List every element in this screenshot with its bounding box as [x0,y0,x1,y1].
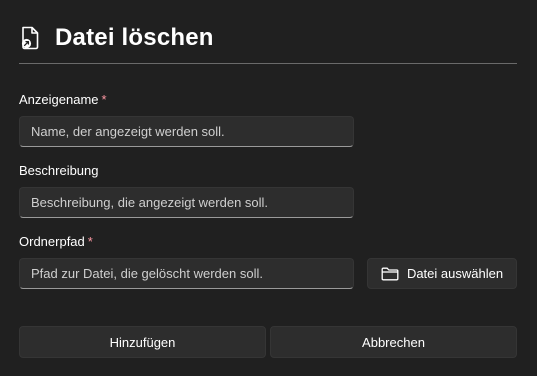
dialog-title: Datei löschen [55,24,214,51]
header-divider [19,63,517,64]
file-delete-icon [19,25,41,51]
folder-path-label: Ordnerpfad * [19,234,93,249]
dialog-header: Datei löschen [19,22,214,54]
description-input[interactable] [19,187,354,218]
display-name-label-text: Anzeigename [19,92,99,107]
add-button-label: Hinzufügen [109,334,176,350]
cancel-button[interactable]: Abbrechen [270,326,517,358]
description-label-text: Beschreibung [19,163,99,178]
select-file-button-label: Datei auswählen [406,266,504,281]
folder-path-label-text: Ordnerpfad [19,234,85,249]
add-button[interactable]: Hinzufügen [19,326,266,358]
folder-path-input[interactable] [19,258,354,289]
select-file-button[interactable]: Datei auswählen [367,258,517,289]
required-marker: * [101,92,107,107]
display-name-label: Anzeigename * [19,92,107,107]
folder-icon [381,267,399,281]
description-label: Beschreibung [19,163,99,178]
display-name-input[interactable] [19,116,354,147]
required-marker: * [87,234,93,249]
delete-file-dialog: Datei löschen Anzeigename* Beschreibung … [0,0,537,376]
cancel-button-label: Abbrechen [362,334,425,350]
